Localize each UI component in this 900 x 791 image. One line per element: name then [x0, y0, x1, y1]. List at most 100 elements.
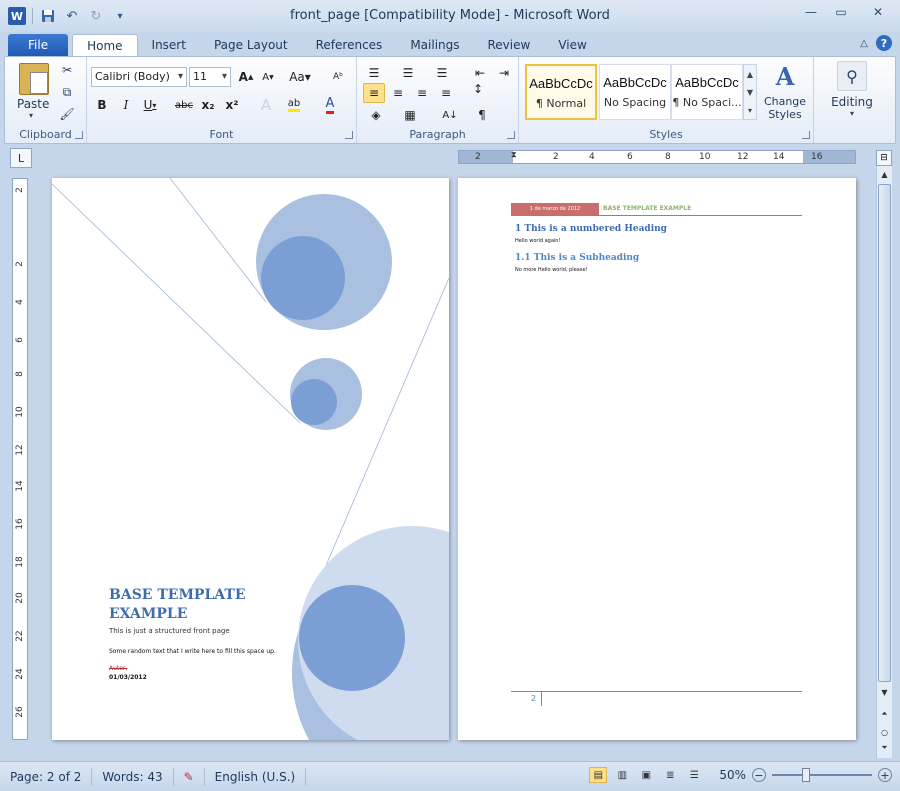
borders-icon[interactable]: ▦: [399, 105, 421, 125]
tab-view[interactable]: View: [544, 34, 600, 56]
vertical-ruler[interactable]: 2 2 4 6 8 10 12 14 16 18 20 22 24 26: [12, 178, 28, 740]
justify-icon[interactable]: ≡: [435, 83, 457, 103]
view-ruler-icon[interactable]: ⊟: [876, 150, 892, 166]
font-color-icon[interactable]: A: [319, 95, 341, 115]
sort-icon[interactable]: A↓: [439, 105, 461, 125]
style-no-spacing-2-label: ¶ No Spaci...: [672, 96, 742, 109]
customize-qat-icon[interactable]: ▾: [111, 7, 129, 25]
minimize-ribbon-icon[interactable]: △: [860, 38, 868, 49]
zoom-slider[interactable]: [772, 768, 872, 782]
header-title: BASE TEMPLATE EXAMPLE: [603, 205, 692, 212]
tab-mailings[interactable]: Mailings: [396, 34, 473, 56]
zoom-level[interactable]: 50%: [719, 768, 746, 782]
paste-dropdown-icon[interactable]: ▾: [29, 111, 33, 120]
chevron-up-icon[interactable]: ▲: [747, 70, 753, 79]
styles-group: AaBbCcDc ¶ Normal AaBbCcDc No Spacing Aa…: [519, 57, 813, 143]
scroll-up-icon[interactable]: ▲: [877, 166, 892, 182]
tab-review[interactable]: Review: [474, 34, 545, 56]
grow-font-icon[interactable]: A ▲: [235, 67, 257, 87]
underline-icon[interactable]: U ▾: [139, 95, 161, 115]
format-painter-icon[interactable]: 🖌: [57, 105, 77, 123]
cut-icon[interactable]: ✂: [57, 61, 77, 79]
tab-references[interactable]: References: [302, 34, 397, 56]
vertical-scrollbar[interactable]: ▲ ▼ ⏶ ○ ⏷: [876, 166, 892, 758]
numbering-icon[interactable]: ☰: [397, 63, 419, 83]
change-styles-button[interactable]: A Change Styles: [763, 61, 807, 122]
clear-formatting-icon[interactable]: Aᵇ: [327, 67, 349, 87]
maximize-icon[interactable]: ▭: [826, 0, 856, 24]
indent-marker-icon[interactable]: ⧗: [511, 150, 517, 160]
status-words[interactable]: Words: 43: [92, 767, 174, 786]
word-app-icon[interactable]: W: [8, 7, 26, 25]
web-layout-icon[interactable]: ▣: [637, 767, 655, 783]
browse-object-icon[interactable]: ○: [877, 724, 892, 740]
increase-indent-icon[interactable]: ⇥: [493, 63, 515, 83]
status-page[interactable]: Page: 2 of 2: [0, 767, 93, 786]
previous-page-icon[interactable]: ⏶: [877, 706, 892, 722]
scroll-down-icon[interactable]: ▼: [877, 684, 892, 700]
bullets-icon[interactable]: ☰: [363, 63, 385, 83]
copy-icon[interactable]: ⧉: [57, 83, 77, 101]
save-icon[interactable]: [39, 7, 57, 25]
next-page-icon[interactable]: ⏷: [877, 740, 892, 756]
font-name-combo[interactable]: Calibri (Body): [91, 67, 187, 87]
style-normal[interactable]: AaBbCcDc ¶ Normal: [525, 64, 597, 120]
help-icon[interactable]: ?: [876, 35, 892, 51]
undo-icon[interactable]: ↶: [63, 7, 81, 25]
tab-page-layout[interactable]: Page Layout: [200, 34, 302, 56]
multilevel-list-icon[interactable]: ☰: [431, 63, 453, 83]
font-launcher-icon[interactable]: [345, 131, 353, 139]
more-icon[interactable]: ▾: [748, 106, 752, 115]
scroll-thumb[interactable]: [878, 184, 891, 682]
ruler-label: 22: [15, 630, 25, 642]
outline-icon[interactable]: ≣: [661, 767, 679, 783]
align-right-icon[interactable]: ≡: [411, 83, 433, 103]
align-center-icon[interactable]: ≡: [387, 83, 409, 103]
styles-gallery-scroll[interactable]: ▲ ▼ ▾: [743, 64, 757, 120]
clipboard-launcher-icon[interactable]: [75, 131, 83, 139]
zoom-out-icon[interactable]: −: [752, 768, 766, 782]
change-case-icon[interactable]: Aa▾: [289, 67, 311, 87]
style-no-spacing[interactable]: AaBbCcDc No Spacing: [599, 64, 671, 120]
page-cover[interactable]: BASE TEMPLATE EXAMPLE This is just a str…: [52, 178, 449, 740]
italic-icon[interactable]: I: [115, 95, 137, 115]
styles-group-label: Styles: [649, 128, 683, 141]
tab-home[interactable]: Home: [72, 34, 138, 56]
superscript-icon[interactable]: x²: [221, 95, 243, 115]
zoom-slider-thumb[interactable]: [802, 768, 810, 782]
bold-icon[interactable]: B: [91, 95, 113, 115]
editing-button[interactable]: ⚲ Editing ▾: [822, 61, 882, 118]
styles-launcher-icon[interactable]: [802, 131, 810, 139]
font-size-combo[interactable]: 11: [189, 67, 231, 87]
paste-icon[interactable]: [19, 63, 49, 95]
change-styles-label: Change Styles: [763, 95, 807, 121]
style-no-spacing-2[interactable]: AaBbCcDc ¶ No Spaci...: [671, 64, 743, 120]
full-screen-reading-icon[interactable]: ▥: [613, 767, 631, 783]
paragraph-launcher-icon[interactable]: [507, 131, 515, 139]
shading-icon[interactable]: ◈: [365, 105, 387, 125]
horizontal-ruler[interactable]: 2 2 4 6 8 10 12 14 16 ⧗: [458, 150, 856, 164]
draft-icon[interactable]: ☰: [685, 767, 703, 783]
text-effects-icon[interactable]: A: [255, 95, 277, 115]
zoom-in-icon[interactable]: +: [878, 768, 892, 782]
strikethrough-icon[interactable]: abc: [173, 95, 195, 115]
tab-file[interactable]: File: [8, 34, 69, 56]
shrink-font-icon[interactable]: A ▼: [257, 67, 279, 87]
proofing-icon[interactable]: ✎: [174, 767, 205, 786]
status-language[interactable]: English (U.S.): [205, 767, 307, 786]
close-icon[interactable]: ✕: [856, 0, 900, 24]
page-2[interactable]: 1 de marzo de 2012 BASE TEMPLATE EXAMPLE…: [458, 178, 856, 740]
tab-insert[interactable]: Insert: [138, 34, 200, 56]
redo-icon[interactable]: ↻: [87, 7, 105, 25]
minimize-icon[interactable]: —: [796, 0, 826, 24]
document-area[interactable]: BASE TEMPLATE EXAMPLE This is just a str…: [34, 166, 874, 758]
subscript-icon[interactable]: x₂: [197, 95, 219, 115]
show-formatting-icon[interactable]: ¶: [471, 105, 493, 125]
paste-button[interactable]: Paste: [17, 97, 49, 111]
print-layout-icon[interactable]: ▤: [589, 767, 608, 783]
chevron-down-icon[interactable]: ▼: [747, 88, 753, 97]
line-spacing-icon[interactable]: ↕: [467, 79, 489, 99]
align-left-icon[interactable]: ≡: [363, 83, 385, 103]
highlight-color-icon[interactable]: ab: [283, 95, 305, 115]
tab-selector[interactable]: L: [10, 148, 32, 168]
